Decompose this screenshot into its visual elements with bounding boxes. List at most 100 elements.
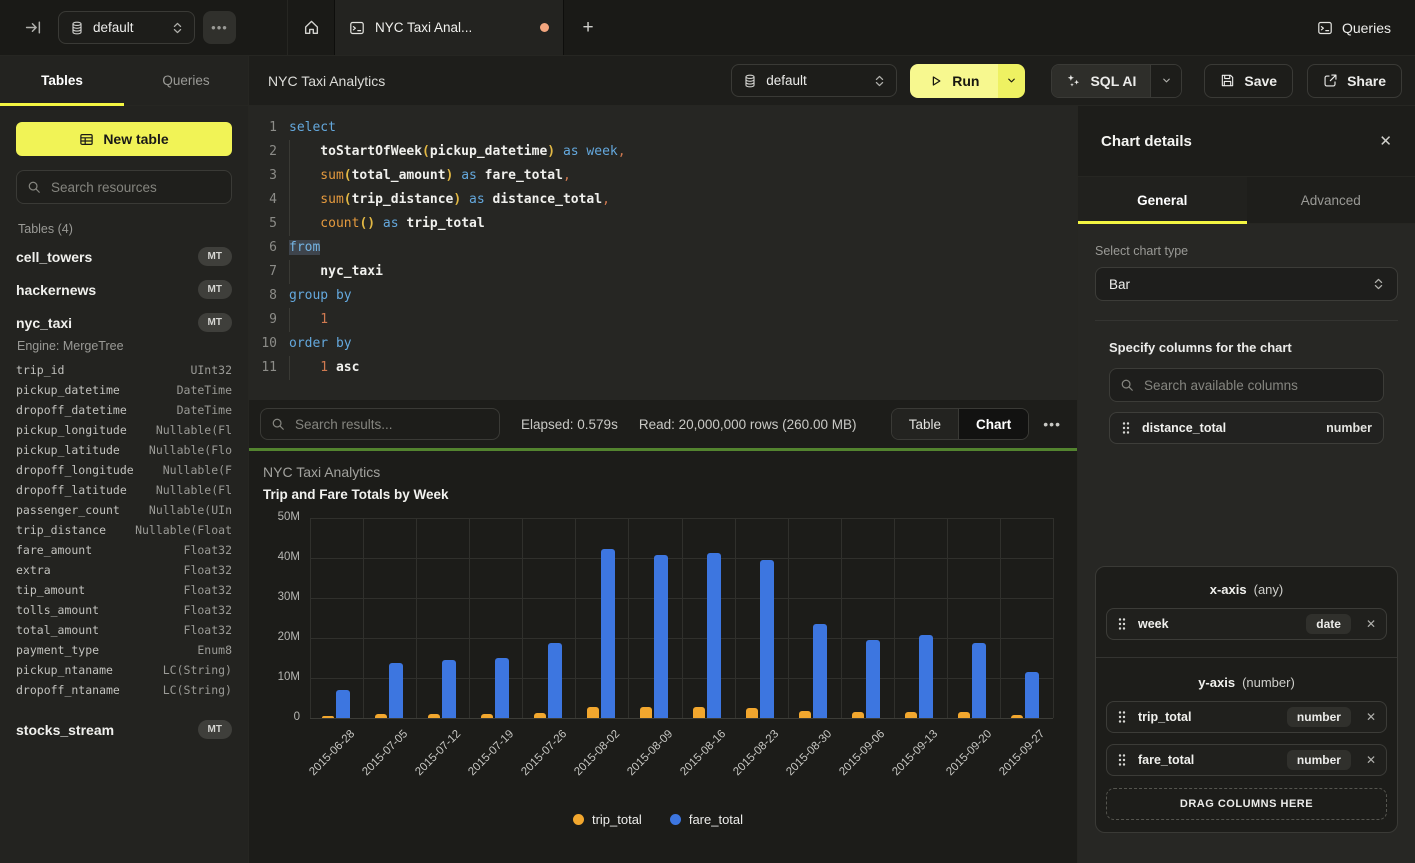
column-type: Float32	[184, 603, 232, 617]
column-type: LC(String)	[163, 663, 232, 677]
results-search-input[interactable]	[293, 416, 489, 433]
divider	[1095, 320, 1398, 321]
legend-label: fare_total	[689, 812, 743, 827]
legend-item-trip_total[interactable]: trip_total	[573, 812, 642, 827]
bar-trip_total	[587, 707, 599, 718]
tab-general[interactable]: General	[1078, 177, 1247, 223]
queries-icon	[1317, 20, 1333, 36]
line-number: 11	[249, 356, 277, 380]
x-tick-label: 2015-07-19	[466, 728, 516, 778]
bar-fare_total	[548, 643, 562, 718]
column-row: dropoff_longitudeNullable(F	[16, 460, 232, 480]
x-tick-label: 2015-06-28	[307, 728, 357, 778]
y-tick-label: 50M	[254, 511, 300, 523]
code-text: sum(total_amount) as fare_total,	[277, 164, 571, 188]
legend-item-fare_total[interactable]: fare_total	[670, 812, 743, 827]
chart-details-header: Chart details ✕	[1078, 106, 1415, 177]
table-row-cell_towers[interactable]: cell_towersMT	[16, 240, 232, 273]
database-icon	[70, 21, 84, 35]
sql-ai-caret[interactable]	[1150, 65, 1181, 97]
sql-ai-label: SQL AI	[1090, 73, 1136, 89]
drag-handle-icon[interactable]	[1121, 421, 1131, 435]
chart-panel: NYC Taxi Analytics Trip and Fare Totals …	[249, 448, 1077, 863]
line-number: 7	[249, 260, 277, 284]
code-text: group by	[277, 284, 352, 308]
gridline-v	[788, 518, 789, 718]
terminal-icon	[349, 20, 365, 36]
axis-column-fare_total[interactable]: fare_totalnumber✕	[1106, 744, 1387, 776]
column-row: dropoff_latitudeNullable(Fl	[16, 480, 232, 500]
sidebar-collapse-icon[interactable]	[25, 19, 42, 36]
table-row-nyc_taxi[interactable]: nyc_taxiMT	[16, 306, 232, 339]
resource-search-input[interactable]	[49, 179, 230, 196]
bar-fare_total	[654, 555, 668, 718]
code-text: select	[277, 116, 336, 140]
close-icon[interactable]: ✕	[1379, 132, 1392, 150]
column-row: pickup_datetimeDateTime	[16, 380, 232, 400]
remove-column-icon[interactable]: ✕	[1366, 617, 1376, 631]
remove-column-icon[interactable]: ✕	[1366, 753, 1376, 767]
run-options-caret[interactable]	[998, 64, 1025, 98]
drag-handle-icon[interactable]	[1117, 710, 1127, 724]
sidebar-more-button[interactable]: •••	[203, 11, 236, 44]
table-row-stocks_stream[interactable]: stocks_streamMT	[16, 713, 232, 746]
columns-section: Specify columns for the chart distance_t…	[1109, 340, 1384, 444]
run-button[interactable]: Run	[910, 64, 998, 98]
sidebar-tab-queries[interactable]: Queries	[124, 56, 248, 105]
axis-column-trip_total[interactable]: trip_totalnumber✕	[1106, 701, 1387, 733]
sql-ai-button[interactable]: SQL AI	[1052, 65, 1150, 97]
drag-handle-icon[interactable]	[1117, 753, 1127, 767]
code-line: 6from	[249, 236, 1077, 260]
code-line: 5 count() as trip_total	[249, 212, 1077, 236]
column-name: dropoff_latitude	[16, 483, 127, 497]
drop-zone[interactable]: DRAG COLUMNS HERE	[1106, 788, 1387, 820]
column-name: dropoff_datetime	[16, 403, 127, 417]
column-type: DateTime	[177, 403, 232, 417]
database-select[interactable]: default	[58, 11, 195, 44]
column-row: trip_distanceNullable(Float	[16, 520, 232, 540]
column-type-badge: number	[1287, 750, 1351, 770]
line-number: 1	[249, 116, 277, 140]
engine-badge: MT	[198, 313, 232, 332]
chart-details-title: Chart details	[1101, 133, 1192, 150]
engine-badge: MT	[198, 720, 232, 739]
chevron-down-icon	[1006, 75, 1017, 86]
x-tick-label: 2015-08-09	[625, 728, 675, 778]
view-toggle-table[interactable]: Table	[892, 409, 958, 439]
y-tick-label: 30M	[254, 591, 300, 603]
columns-search-input[interactable]	[1142, 377, 1373, 394]
engine-badge: MT	[198, 280, 232, 299]
table-row-hackernews[interactable]: hackernewsMT	[16, 273, 232, 306]
column-name: trip_id	[16, 363, 64, 377]
available-column-distance_total[interactable]: distance_totalnumber	[1109, 412, 1384, 444]
sql-editor[interactable]: 1select2 toStartOfWeek(pickup_datetime) …	[249, 106, 1077, 400]
new-tab-button[interactable]: +	[564, 0, 612, 55]
column-type: Nullable(UIn	[149, 503, 232, 517]
view-toggle-chart[interactable]: Chart	[958, 409, 1028, 439]
y-tick-label: 40M	[254, 551, 300, 563]
home-button[interactable]	[288, 0, 334, 55]
toolbar-database-select[interactable]: default	[731, 64, 897, 97]
save-button[interactable]: Save	[1204, 64, 1293, 98]
column-row: tolls_amountFloat32	[16, 600, 232, 620]
legend-dot	[573, 814, 584, 825]
new-table-button[interactable]: New table	[16, 122, 232, 156]
plus-icon: +	[582, 17, 593, 39]
remove-column-icon[interactable]: ✕	[1366, 710, 1376, 724]
results-more-button[interactable]: •••	[1043, 416, 1061, 432]
sidebar-tab-tables[interactable]: Tables	[0, 56, 124, 105]
chart-details-body: Select chart type Bar Specify columns fo…	[1078, 224, 1415, 863]
chevron-updown-icon	[874, 74, 885, 88]
drag-handle-icon[interactable]	[1117, 617, 1127, 631]
column-type: UInt32	[190, 363, 232, 377]
share-button[interactable]: Share	[1307, 64, 1402, 98]
table-icon	[79, 132, 94, 147]
chart-type-select[interactable]: Bar	[1095, 267, 1398, 301]
axis-column-week[interactable]: weekdate✕	[1106, 608, 1387, 640]
queries-button[interactable]: Queries	[1317, 0, 1415, 55]
home-icon	[303, 19, 320, 36]
query-tab[interactable]: NYC Taxi Anal...	[334, 0, 564, 55]
line-number: 10	[249, 332, 277, 356]
tab-advanced[interactable]: Advanced	[1247, 177, 1415, 223]
gridline-v	[575, 518, 576, 718]
